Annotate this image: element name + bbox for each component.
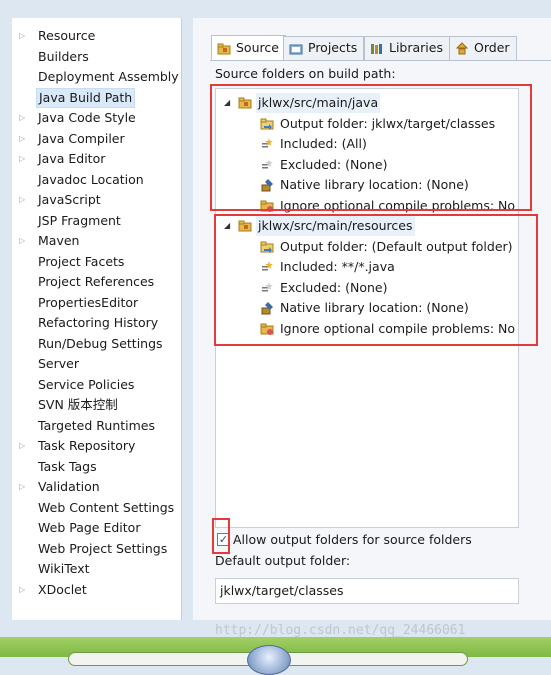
source-folder-name: jklwx/src/main/resources [256, 216, 415, 236]
expand-arrow-icon[interactable]: ▷ [19, 149, 29, 169]
sidebar-item-label: Builders [38, 48, 89, 64]
java-build-path-panel: Source Projects Libraries Order Source f… [193, 18, 551, 620]
default-output-folder-label: Default output folder: [215, 553, 351, 568]
expand-arrow-icon[interactable]: ▷ [19, 26, 29, 46]
native-library-icon [260, 301, 274, 321]
sidebar-item-label: Resource [38, 28, 96, 43]
expand-arrow-icon[interactable]: ▷ [19, 477, 29, 497]
sidebar-item-label: Refactoring History [38, 315, 159, 330]
source-folder-attribute-label: Output folder: jklwx/target/classes [280, 115, 496, 131]
expand-arrow-icon[interactable]: ▷ [19, 231, 29, 251]
sidebar-item-label: WikiText [38, 561, 90, 576]
collapse-arrow-icon[interactable]: ◢ [224, 216, 230, 236]
tab-source-label: Source [236, 40, 279, 55]
sidebar-item-label: Validation [38, 479, 100, 494]
collapse-arrow-icon[interactable]: ◢ [224, 93, 230, 113]
sidebar-item-label: Deployment Assembly [38, 69, 179, 84]
sidebar-item-label: Targeted Runtimes [38, 417, 155, 433]
output-folder-icon [260, 240, 274, 260]
source-folder-attribute-label: Ignore optional compile problems: No [280, 197, 516, 213]
source-folders-tree[interactable]: ◢ jklwx/src/main/java Output folder: jklwx… [215, 88, 519, 528]
source-folder-name: jklwx/src/main/java [256, 93, 381, 113]
excluded-icon [260, 158, 274, 178]
sidebar-item-label: Java Build Path [36, 87, 136, 108]
native-library-icon [260, 178, 274, 198]
tab-libraries-label: Libraries [389, 40, 443, 55]
source-folder-attribute-label: Ignore optional compile problems: No [280, 320, 516, 336]
source-folder-attribute-label: Included: **/*.java [280, 259, 395, 274]
sidebar-item-label: SVN 版本控制 [38, 397, 118, 412]
sidebar-item-label: Project References [38, 274, 155, 289]
sidebar-item-label: Javadoc Location [38, 171, 144, 187]
tab-source[interactable]: Source [211, 35, 286, 60]
source-folder-attribute-label: Excluded: (None) [280, 279, 388, 295]
sidebar-item-label: Service Policies [38, 376, 135, 392]
expand-arrow-icon[interactable]: ▷ [19, 580, 29, 600]
sidebar-item-label: XDoclet [38, 581, 87, 597]
panel-divider[interactable] [183, 18, 193, 620]
expand-arrow-icon[interactable]: ▷ [19, 190, 29, 210]
included-icon [260, 260, 274, 280]
tab-order[interactable]: Order [449, 36, 517, 60]
sidebar-item-label: Maven [38, 233, 80, 248]
source-folder-attribute-label: Included: (All) [280, 136, 367, 151]
expand-arrow-icon[interactable]: ▷ [19, 129, 29, 149]
excluded-icon [260, 281, 274, 301]
source-folder-attribute-label: Native library location: (None) [280, 177, 469, 192]
sidebar-item-label: Java Compiler [38, 130, 125, 146]
expand-arrow-icon[interactable]: ▷ [19, 108, 29, 128]
source-folders-heading: Source folders on build path: [215, 66, 396, 81]
sidebar-item-label: JavaScript [38, 192, 101, 207]
sidebar-item-label: Project Facets [38, 253, 125, 269]
sidebar-item-label: JSP Fragment [38, 212, 121, 228]
sidebar-item-label: Task Repository [38, 438, 136, 453]
tab-libraries[interactable]: Libraries [364, 36, 450, 60]
default-output-folder-field[interactable]: jklwx/target/classes [215, 578, 519, 604]
tab-projects-label: Projects [308, 40, 358, 55]
source-folder-icon [238, 96, 252, 116]
sidebar-item-label: Web Page Editor [38, 520, 141, 535]
source-folder-icon [238, 219, 252, 239]
build-path-tabs: Source Projects Libraries Order [211, 35, 551, 60]
output-folder-icon [260, 117, 274, 137]
sidebar-item-label: Java Editor [38, 151, 106, 166]
included-icon [260, 137, 274, 157]
sidebar-item-label: Run/Debug Settings [38, 335, 163, 351]
allow-output-folders-checkbox[interactable]: ✓ [217, 533, 230, 546]
sidebar-item-label: Web Project Settings [38, 540, 168, 556]
source-folder-attribute-label: Excluded: (None) [280, 156, 388, 172]
allow-output-folders-label: Allow output folders for source folders [233, 532, 472, 547]
sidebar-item-label: Server [38, 356, 79, 371]
tab-projects[interactable]: Projects [283, 36, 365, 60]
sidebar-item-label: Web Content Settings [38, 499, 175, 515]
compile-problems-icon [260, 322, 274, 342]
sidebar-item-label: Java Code Style [38, 110, 136, 125]
taskbar-orb-icon[interactable] [247, 645, 291, 675]
tab-order-label: Order [474, 40, 510, 55]
expand-arrow-icon[interactable]: ▷ [19, 436, 29, 456]
title-bar [0, 0, 551, 18]
source-folder-attribute-label: Native library location: (None) [280, 300, 469, 315]
watermark-text: http://blog.csdn.net/qq_24466061 [215, 623, 466, 638]
sidebar-item-label: Task Tags [38, 458, 97, 474]
sidebar-item-label: PropertiesEditor [38, 294, 139, 310]
property-pages-tree: ▷ Resource Builders Deployment Assembly Java… [12, 18, 182, 620]
source-folder-attribute-label: Output folder: (Default output folder) [280, 238, 513, 254]
